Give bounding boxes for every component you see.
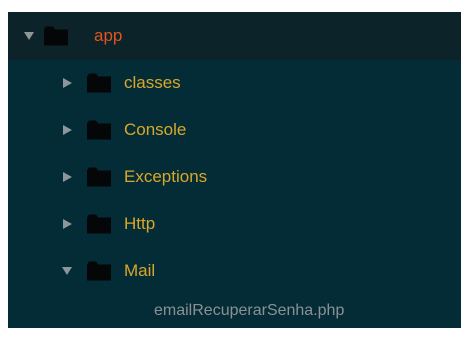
tree-item-exceptions[interactable]: Exceptions [8,154,461,200]
tree-item-label: Console [124,120,187,139]
tree-item-mail[interactable]: Mail [8,248,461,294]
tree-item-label: classes [124,73,181,92]
triangle-right-icon[interactable] [61,124,73,136]
folder-icon [87,261,111,281]
folder-icon [44,26,68,46]
tree-item-label: app [94,26,123,45]
folder-icon [87,73,111,93]
file-explorer-panel: app classes Console Exceptions Http Mail… [8,12,461,328]
folder-icon [87,214,111,234]
triangle-right-icon[interactable] [61,171,73,183]
folder-icon [87,167,111,187]
triangle-right-icon[interactable] [61,218,73,230]
tree-item-classes[interactable]: classes [8,60,461,106]
folder-icon [87,120,111,140]
tree-item-console[interactable]: Console [8,107,461,153]
tree-item-file[interactable]: emailRecuperarSenha.php [8,293,461,328]
triangle-down-icon[interactable] [61,265,73,277]
tree-item-label: Exceptions [124,167,208,186]
tree-item-app[interactable]: app [8,12,461,60]
tree-item-label: Http [124,214,156,233]
tree-item-label: Mail [124,261,156,280]
tree-item-http[interactable]: Http [8,201,461,247]
file-label: emailRecuperarSenha.php [154,301,345,319]
triangle-right-icon[interactable] [61,77,73,89]
triangle-down-icon[interactable] [23,30,35,42]
